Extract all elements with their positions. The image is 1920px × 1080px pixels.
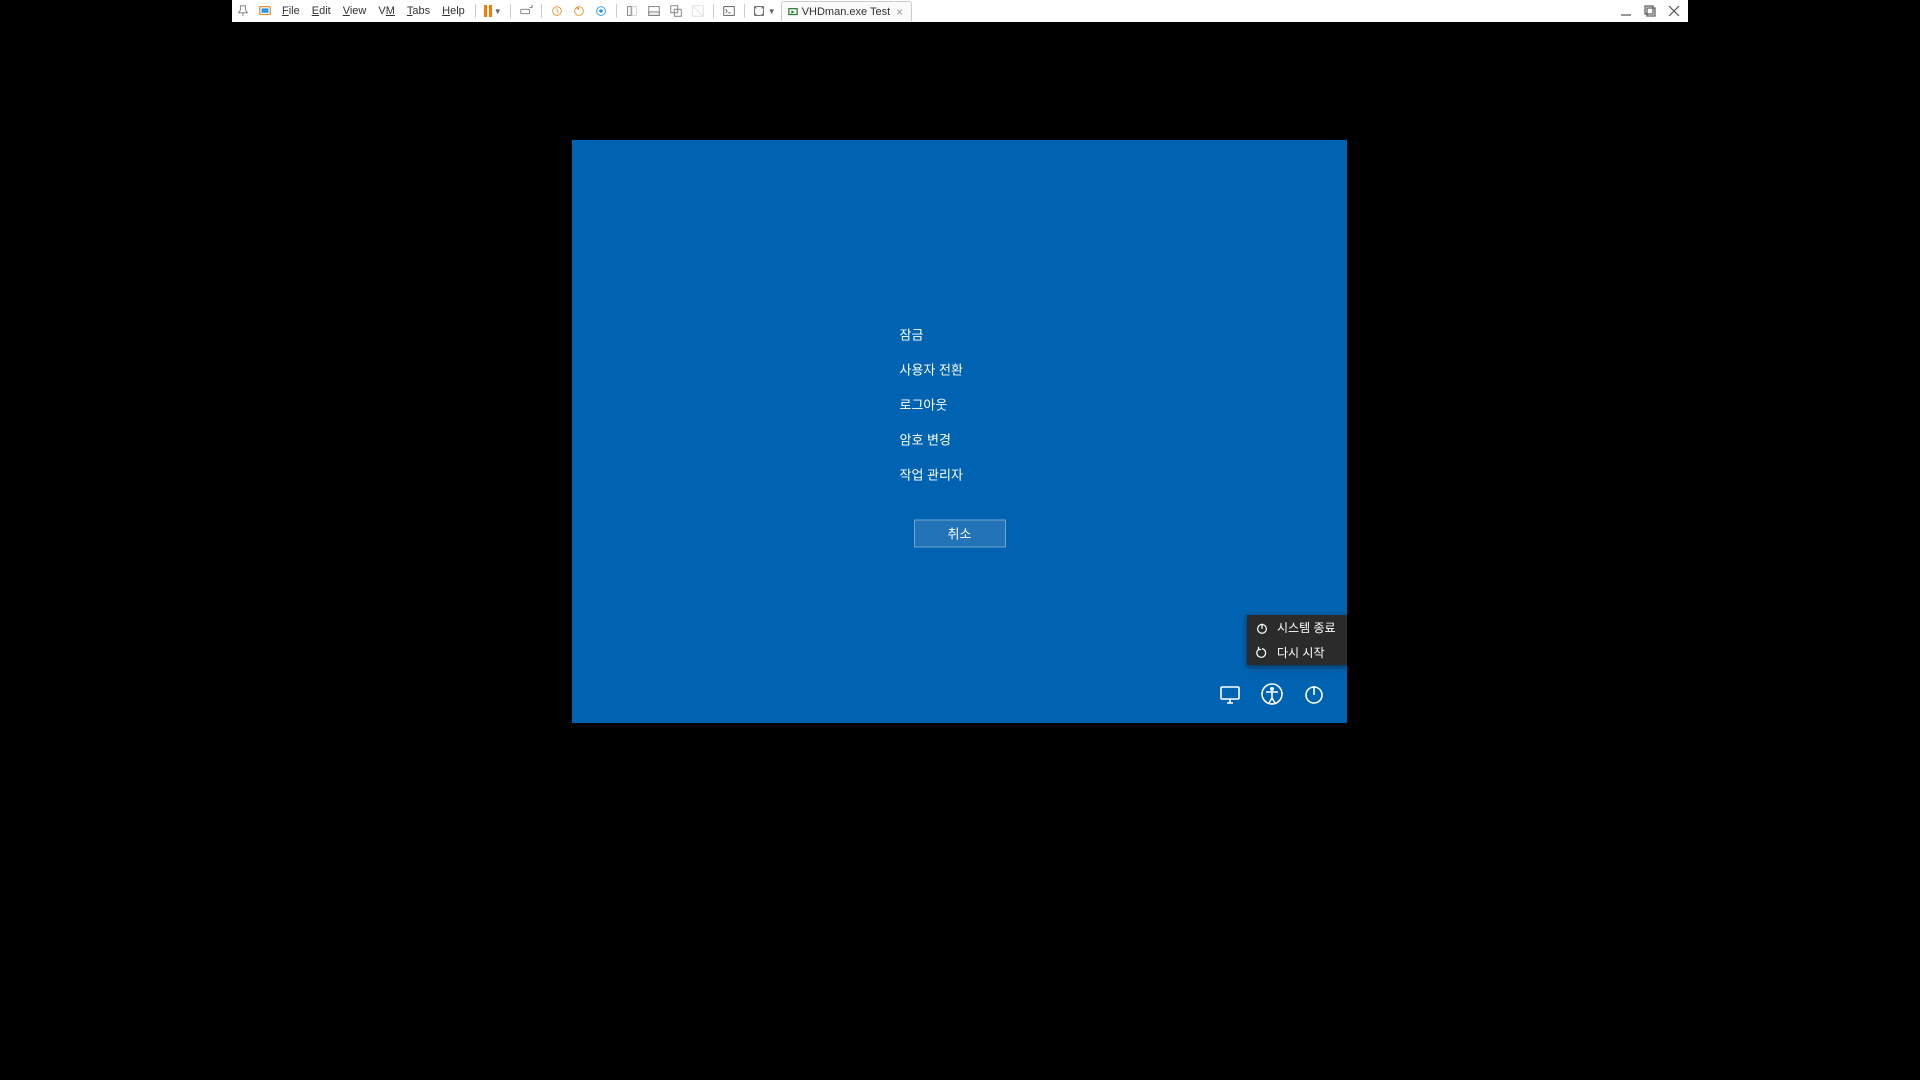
separator <box>744 4 745 18</box>
snapshot-take-icon[interactable] <box>546 0 568 22</box>
option-change-password[interactable]: 암호 변경 <box>900 421 951 456</box>
menu-help[interactable]: Help <box>436 0 471 22</box>
screen-icon[interactable] <box>254 0 276 22</box>
power-menu-shutdown[interactable]: 시스템 종료 <box>1247 615 1347 640</box>
separator <box>713 4 714 18</box>
cancel-button[interactable]: 취소 <box>914 519 1006 547</box>
ease-of-access-button[interactable] <box>1259 681 1285 707</box>
separator <box>541 4 542 18</box>
ease-of-access-icon <box>1260 682 1284 706</box>
menu-view[interactable]: View <box>337 0 373 22</box>
snapshot-manager-icon[interactable] <box>590 0 612 22</box>
tab-strip: VHDman.exe Test × <box>781 0 912 22</box>
dropdown-caret-icon: ▼ <box>494 7 502 16</box>
minimize-button[interactable] <box>1616 1 1636 21</box>
maximize-button[interactable] <box>1640 1 1660 21</box>
vm-tab[interactable]: VHDman.exe Test × <box>781 1 912 21</box>
vmware-toolbar: File Edit View VM Tabs Help ▼ <box>232 0 1688 22</box>
dropdown-caret-icon: ▼ <box>768 7 776 16</box>
close-icon[interactable]: × <box>894 5 905 19</box>
view-unity-icon[interactable] <box>665 0 687 22</box>
pause-button[interactable]: ▼ <box>480 0 506 22</box>
close-button[interactable] <box>1664 1 1684 21</box>
pause-icon <box>484 5 492 17</box>
option-sign-out[interactable]: 로그아웃 <box>900 386 948 421</box>
toolbar-left-group: File Edit View VM Tabs Help ▼ <box>232 0 912 22</box>
separator <box>475 4 476 18</box>
power-icon <box>1302 682 1326 706</box>
guest-security-screen: 잠금 사용자 전환 로그아웃 암호 변경 작업 관리자 취소 시스템 종료 다시… <box>572 140 1347 723</box>
fullscreen-icon[interactable]: ▼ <box>749 0 779 22</box>
view-disabled-icon <box>687 0 709 22</box>
option-lock[interactable]: 잠금 <box>900 316 924 351</box>
power-menu-label: 시스템 종료 <box>1277 619 1336 636</box>
restart-icon <box>1255 646 1269 660</box>
power-button[interactable] <box>1301 681 1327 707</box>
vm-tab-title: VHDman.exe Test <box>802 6 890 18</box>
option-switch-user[interactable]: 사용자 전환 <box>900 351 963 386</box>
menu-edit[interactable]: Edit <box>306 0 337 22</box>
window-controls <box>1616 1 1688 21</box>
option-task-manager[interactable]: 작업 관리자 <box>900 456 963 491</box>
power-menu-restart[interactable]: 다시 시작 <box>1247 640 1347 665</box>
view-single-icon[interactable] <box>621 0 643 22</box>
snapshot-revert-icon[interactable] <box>568 0 590 22</box>
menu-tabs[interactable]: Tabs <box>401 0 436 22</box>
network-icon <box>1218 682 1242 706</box>
power-icon <box>1255 621 1269 635</box>
separator <box>510 4 511 18</box>
vmware-window: File Edit View VM Tabs Help ▼ <box>232 0 1688 820</box>
send-cad-icon[interactable] <box>515 0 537 22</box>
menu-file[interactable]: File <box>276 0 306 22</box>
power-menu: 시스템 종료 다시 시작 <box>1247 615 1347 665</box>
separator <box>616 4 617 18</box>
view-console-icon[interactable] <box>643 0 665 22</box>
corner-icons <box>1217 681 1327 707</box>
vm-viewport: 잠금 사용자 전환 로그아웃 암호 변경 작업 관리자 취소 시스템 종료 다시… <box>232 22 1688 820</box>
menu-vm[interactable]: VM <box>372 0 401 22</box>
power-menu-label: 다시 시작 <box>1277 644 1325 661</box>
security-options-list: 잠금 사용자 전환 로그아웃 암호 변경 작업 관리자 취소 <box>900 316 1020 547</box>
network-button[interactable] <box>1217 681 1243 707</box>
pin-icon[interactable] <box>232 0 254 22</box>
quick-switch-icon[interactable] <box>718 0 740 22</box>
vm-tab-icon <box>788 7 798 17</box>
